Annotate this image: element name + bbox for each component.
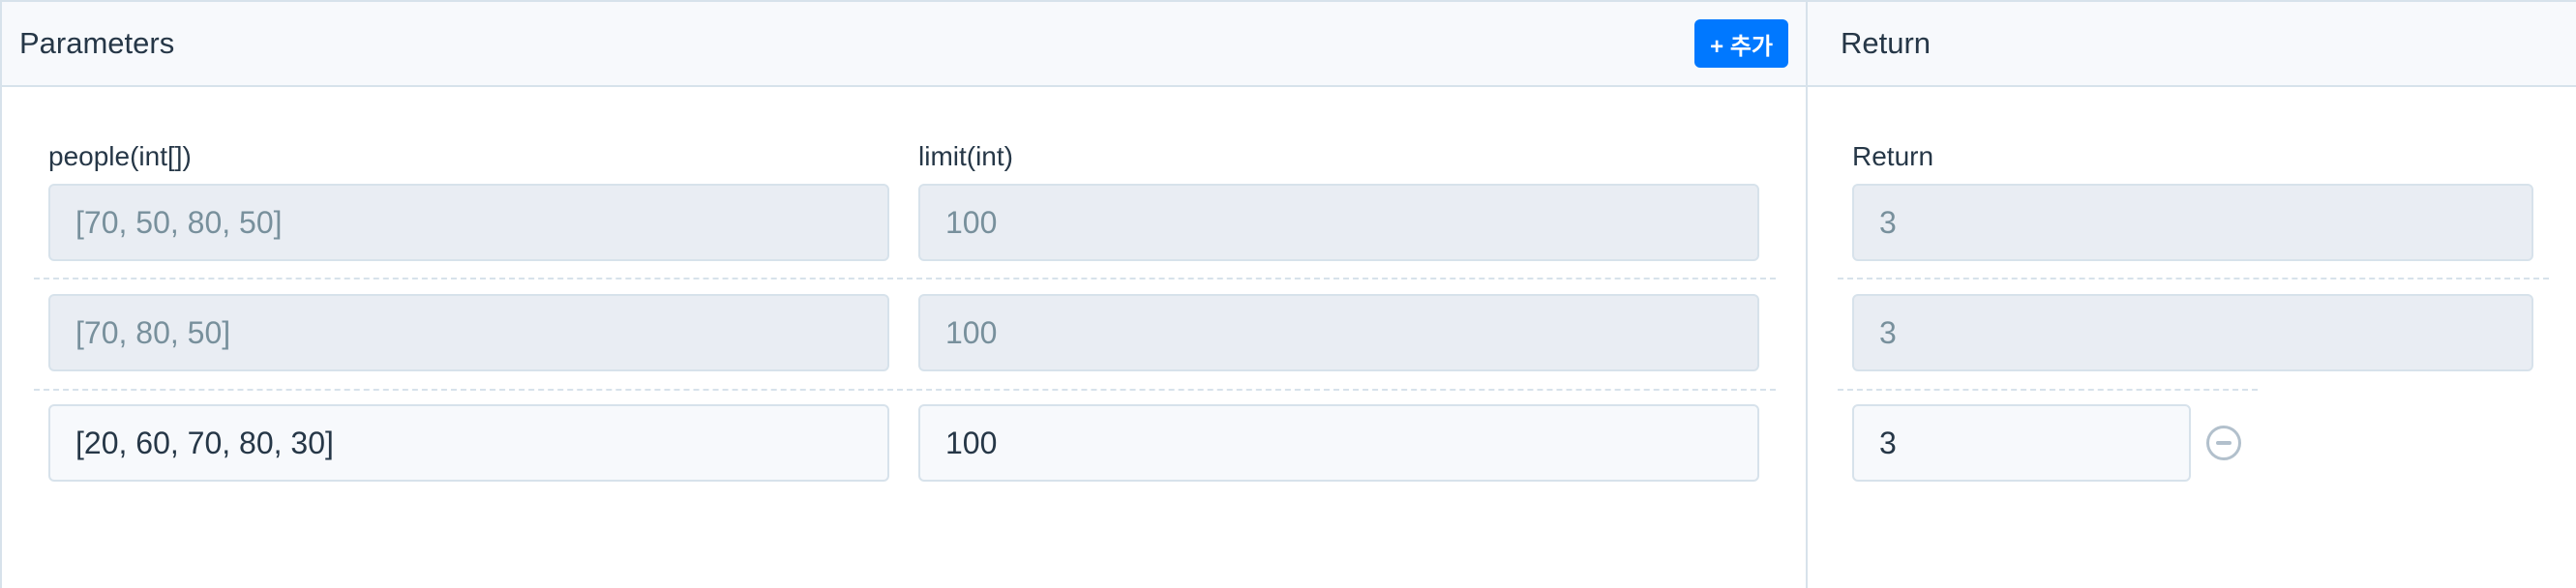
limit-column-label: limit(int) — [918, 141, 1013, 171]
return-panel: Return Return — [1808, 0, 2576, 588]
row-divider — [1838, 389, 2258, 391]
people-column-label: people(int[]) — [48, 141, 192, 171]
test-case-editor: Parameters + 추가 people(int[]) limit(int)… — [0, 0, 2576, 588]
return-input-row-2 — [1852, 294, 2533, 371]
row-divider — [1838, 278, 2549, 279]
parameters-panel: Parameters + 추가 people(int[]) limit(int) — [0, 0, 1808, 588]
row-divider — [34, 389, 1776, 391]
return-column-label: Return — [1852, 141, 1934, 171]
return-input-row-3[interactable] — [1852, 404, 2191, 482]
limit-input-row-2 — [918, 294, 1759, 371]
people-input-row-3[interactable] — [48, 404, 889, 482]
limit-input-row-1 — [918, 184, 1759, 261]
return-input-row-1 — [1852, 184, 2533, 261]
row-divider — [34, 278, 1776, 279]
limit-input-row-3[interactable] — [918, 404, 1759, 482]
return-title: Return — [1841, 26, 1932, 60]
parameters-title: Parameters — [19, 26, 175, 60]
people-input-row-2 — [48, 294, 889, 371]
minus-circle-icon[interactable] — [2206, 426, 2241, 460]
return-header: Return — [1808, 2, 2576, 87]
people-input-row-1 — [48, 184, 889, 261]
add-test-case-button[interactable]: + 추가 — [1694, 19, 1788, 68]
parameters-header: Parameters + 추가 — [2, 2, 1806, 87]
